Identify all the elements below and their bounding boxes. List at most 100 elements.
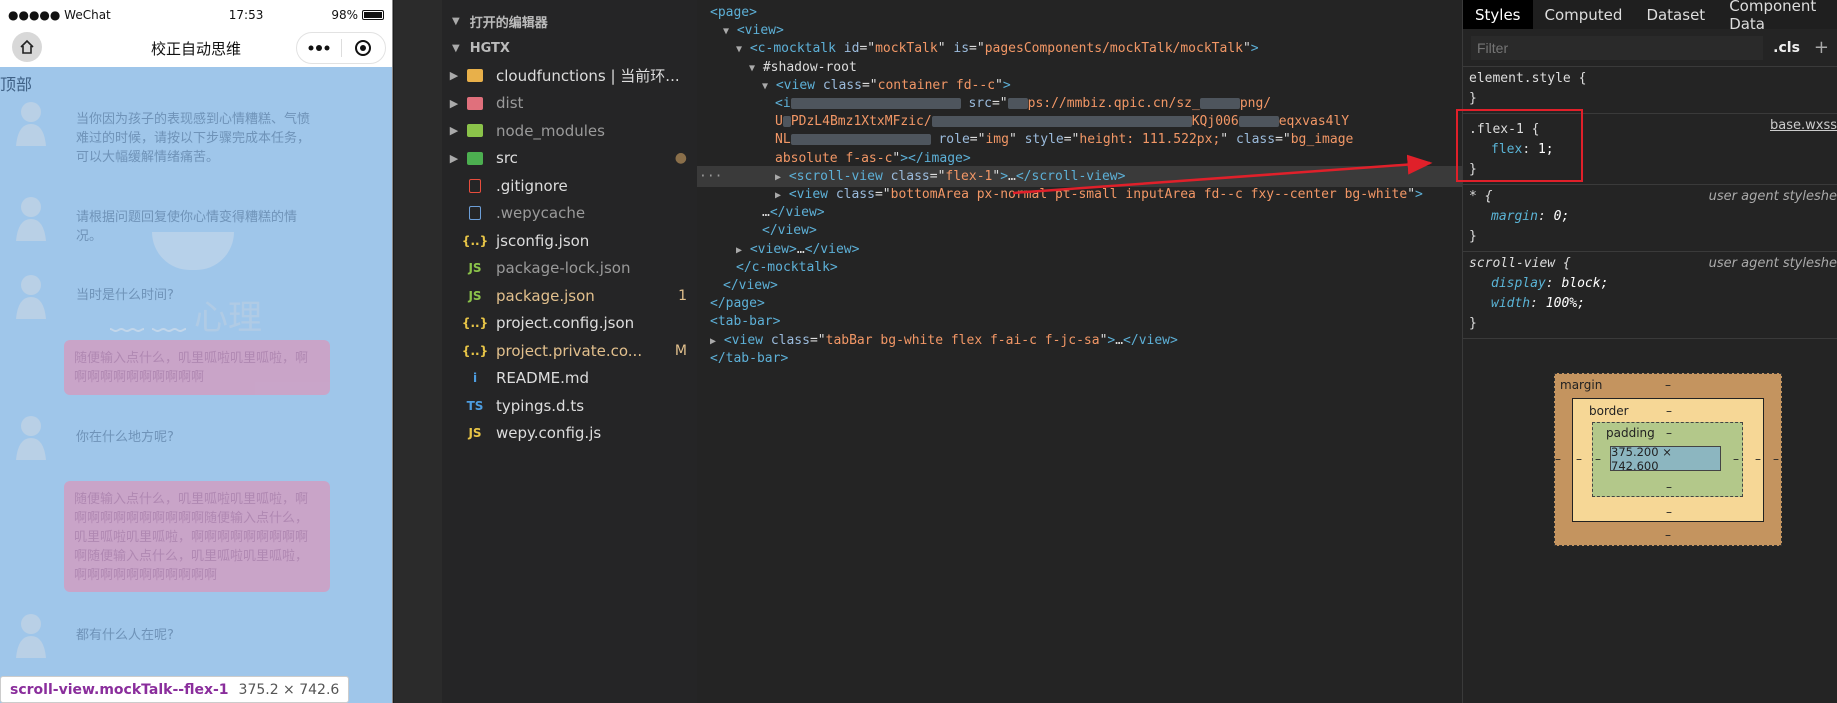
tab-component-data[interactable]: Component Data <box>1717 0 1837 33</box>
time-text: 17:53 <box>228 7 264 22</box>
file-name: package-lock.json <box>496 259 631 278</box>
caret-right-icon[interactable]: ▶ <box>775 190 781 201</box>
file-item[interactable]: ▶ dist <box>442 90 697 118</box>
file-name: node_modules <box>496 121 605 140</box>
activity-gutter <box>394 0 442 703</box>
user-bubble: 随便输入点什么，叽里呱啦叽里呱啦，啊啊啊啊啊啊啊啊啊啊啊 <box>64 340 330 395</box>
file-item[interactable]: .wepycache <box>442 200 697 228</box>
more-icon[interactable] <box>297 45 341 51</box>
margin-label: margin <box>1560 378 1603 392</box>
message-text: 当时是什么时间? <box>76 288 174 303</box>
folder-icon <box>466 150 484 166</box>
user-bubble: 随便输入点什么，叽里呱啦叽里呱啦，啊啊啊啊啊啊啊啊啊啊啊随便输入点什么，叽里呱啦… <box>64 481 330 592</box>
caret-down-icon[interactable]: ▼ <box>762 81 768 92</box>
project-section[interactable]: ▼ HGTX <box>442 35 697 62</box>
file-name: package.json <box>496 286 595 305</box>
tab-dataset[interactable]: Dataset <box>1634 0 1717 29</box>
cls-toggle[interactable]: .cls <box>1773 40 1800 56</box>
file-name: project.private.co... <box>496 341 643 360</box>
caret-down-icon[interactable]: ▼ <box>723 26 729 37</box>
file-item[interactable]: .gitignore <box>442 172 697 200</box>
close-mini-program-icon[interactable] <box>342 39 386 57</box>
file-item[interactable]: ▶ src ● <box>442 145 697 173</box>
rule-source-link[interactable]: base.wxss <box>1770 116 1837 136</box>
file-tree: ▶ cloudfunctions | 当前环... ▶ dist ▶ node_modul… <box>442 62 697 447</box>
open-editors-section[interactable]: ▼ 打开的编辑器 <box>442 8 697 35</box>
chevron-right-icon: ▶ <box>449 96 459 110</box>
file-name: jsconfig.json <box>496 231 590 250</box>
file-name: src <box>496 149 518 168</box>
box-model: margin – – – – border – – – – padding – … <box>1554 373 1782 546</box>
message-text: 都有什么人在呢? <box>76 628 174 643</box>
file-item[interactable]: {..} project.config.json <box>442 310 697 338</box>
box-content: 375.200 × 742.600 <box>1610 445 1721 473</box>
caret-right-icon[interactable]: ▶ <box>710 336 716 347</box>
message-text: 请根据问题回复使你心情变得糟糕的情况。 <box>76 210 298 244</box>
styles-pane: Styles Computed Dataset Component Data .… <box>1462 0 1837 703</box>
top-label: 顶部 <box>0 75 33 94</box>
battery-text: 98% <box>331 7 358 22</box>
add-rule-button[interactable]: + <box>1814 37 1829 58</box>
file-item[interactable]: JS package.json 1 <box>442 282 697 310</box>
file-name: .wepycache <box>496 204 586 223</box>
capsule-menu <box>296 32 386 64</box>
rule-source: user agent styleshe <box>1708 256 1837 271</box>
tab-computed[interactable]: Computed <box>1533 0 1635 29</box>
file-icon <box>466 178 484 194</box>
padding-label: padding <box>1606 426 1655 440</box>
file-icon <box>466 205 484 221</box>
dom-node-line[interactable]: </tab-bar> <box>697 348 1462 369</box>
chevron-right-icon: ▶ <box>449 69 459 83</box>
file-item[interactable]: ▶ cloudfunctions | 当前环... <box>442 62 697 90</box>
file-item[interactable]: {..} jsconfig.json <box>442 227 697 255</box>
rule-scroll-view: user agent styleshe scroll-view { displa… <box>1463 252 1837 339</box>
rule-element-style: element.style { } <box>1463 67 1837 114</box>
file-status-badge: ● <box>674 150 687 167</box>
simulator-panel: ●●●●● WeChat 17:53 98% 校正自动思维 顶部 ﹏﹏心理 当你… <box>0 0 393 703</box>
bot-avatar <box>14 273 48 319</box>
status-bar: ●●●●● WeChat 17:53 98% <box>0 0 392 29</box>
caret-down-icon[interactable]: ▼ <box>749 63 755 74</box>
carrier-text: ●●●●● WeChat <box>8 7 111 22</box>
folder-icon <box>466 68 484 84</box>
message-text: 当你因为孩子的表现感到心情糟糕、气愤难过的时候，请按以下步骤完成本任务，可以大幅… <box>76 112 311 165</box>
tab-styles[interactable]: Styles <box>1463 0 1533 29</box>
chevron-right-icon: ▶ <box>449 151 459 165</box>
file-name: .gitignore <box>496 176 568 195</box>
filter-input[interactable] <box>1471 35 1764 60</box>
bot-avatar <box>14 100 48 146</box>
rule-universal: user agent styleshe * { margin: 0; } <box>1463 185 1837 252</box>
chevron-right-icon: ▶ <box>449 124 459 138</box>
inspect-tooltip: scroll-view.mockTalk--flex-1 375.2 × 742… <box>0 676 350 703</box>
message-text: 你在什么地方呢? <box>76 430 174 445</box>
file-item[interactable]: {..} project.private.co... M <box>442 337 697 365</box>
caret-right-icon[interactable]: ▶ <box>775 172 781 183</box>
file-icon: {..} <box>461 233 489 248</box>
file-icon: JS <box>468 261 482 276</box>
highlight-box <box>1456 109 1583 182</box>
tooltip-selector: scroll-view.mockTalk--flex-1 <box>10 681 229 698</box>
styles-tabs: Styles Computed Dataset Component Data <box>1463 0 1837 33</box>
tooltip-size: 375.2 × 742.6 <box>238 681 340 698</box>
nav-bar: 校正自动思维 <box>0 29 392 67</box>
file-item[interactable]: i README.md <box>442 365 697 393</box>
file-item[interactable]: JS wepy.config.js <box>442 420 697 448</box>
bot-avatar <box>14 414 48 460</box>
caret-down-icon[interactable]: ▼ <box>736 44 742 55</box>
file-item[interactable]: ▶ node_modules <box>442 117 697 145</box>
file-item[interactable]: JS package-lock.json <box>442 255 697 283</box>
file-icon: JS <box>468 426 482 441</box>
file-name: cloudfunctions | 当前环... <box>496 67 680 86</box>
file-name: typings.d.ts <box>496 396 585 415</box>
file-name: project.config.json <box>496 314 635 333</box>
file-item[interactable]: TS typings.d.ts <box>442 392 697 420</box>
caret-right-icon[interactable]: ▶ <box>736 245 742 256</box>
file-name: wepy.config.js <box>496 424 602 443</box>
file-explorer: ▼ 打开的编辑器 ▼ HGTX ▶ cloudfunctions | 当前环... ▶ d… <box>442 0 697 703</box>
box-border: border – – – – padding – – – – 375.200 ×… <box>1572 398 1764 522</box>
file-status-badge: M <box>674 342 687 359</box>
file-status-badge: 1 <box>678 287 687 304</box>
file-icon: {..} <box>461 316 489 331</box>
file-icon: TS <box>466 398 484 413</box>
file-name: dist <box>496 94 524 113</box>
